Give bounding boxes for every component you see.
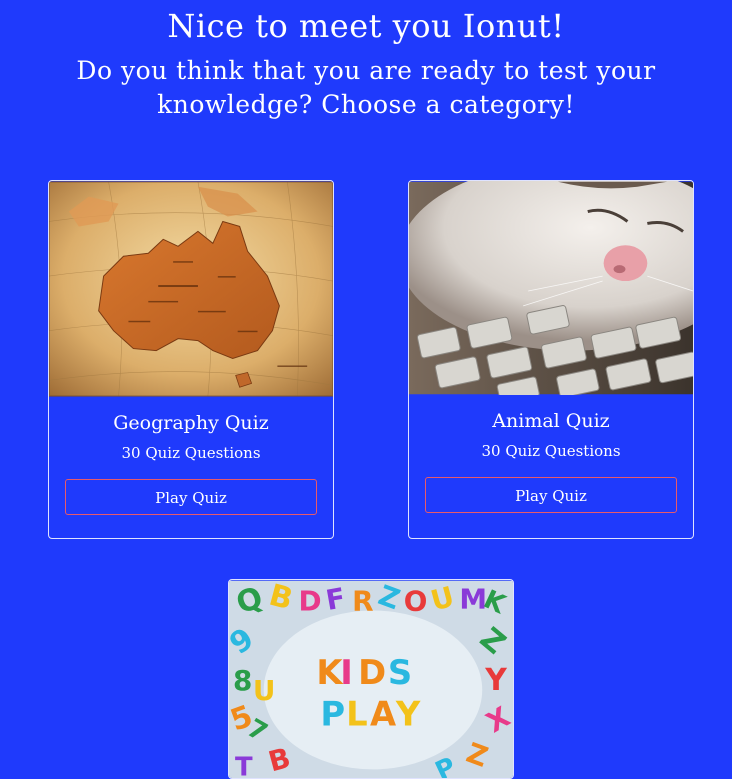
svg-text:D: D	[358, 653, 386, 692]
animal-play-quiz-button[interactable]: Play Quiz	[425, 477, 677, 513]
svg-text:Y: Y	[484, 663, 507, 698]
svg-text:8: 8	[233, 664, 252, 697]
geography-quiz-card: Geography Quiz 30 Quiz Questions Play Qu…	[48, 180, 334, 539]
svg-text:U: U	[253, 674, 276, 707]
kids-quiz-image: Q B D F R Z O U M K Z Y X Z P 9 8 5 U 7 …	[229, 580, 513, 779]
geography-play-quiz-button[interactable]: Play Quiz	[65, 479, 317, 515]
svg-text:D: D	[299, 584, 322, 617]
geography-quiz-count: 30 Quiz Questions	[121, 444, 261, 462]
geography-quiz-image	[49, 181, 333, 397]
animal-quiz-image	[409, 181, 693, 395]
category-prompt: Do you think that you are ready to test …	[76, 56, 656, 119]
svg-text:P: P	[320, 695, 345, 734]
animal-quiz-title: Animal Quiz	[492, 410, 610, 432]
svg-text:R: R	[352, 584, 373, 617]
svg-text:A: A	[370, 695, 396, 734]
svg-text:O: O	[404, 584, 428, 617]
svg-text:S: S	[388, 653, 412, 692]
svg-text:T: T	[235, 752, 253, 779]
kids-quiz-card: Q B D F R Z O U M K Z Y X Z P 9 8 5 U 7 …	[228, 579, 514, 779]
svg-text:I: I	[340, 653, 353, 692]
geography-quiz-title: Geography Quiz	[113, 412, 269, 434]
greeting-heading: Nice to meet you Ionut!	[167, 7, 565, 45]
animal-quiz-count: 30 Quiz Questions	[481, 442, 621, 460]
svg-text:Y: Y	[395, 695, 421, 734]
animal-quiz-card: Animal Quiz 30 Quiz Questions Play Quiz	[408, 180, 694, 539]
svg-text:L: L	[346, 695, 368, 734]
